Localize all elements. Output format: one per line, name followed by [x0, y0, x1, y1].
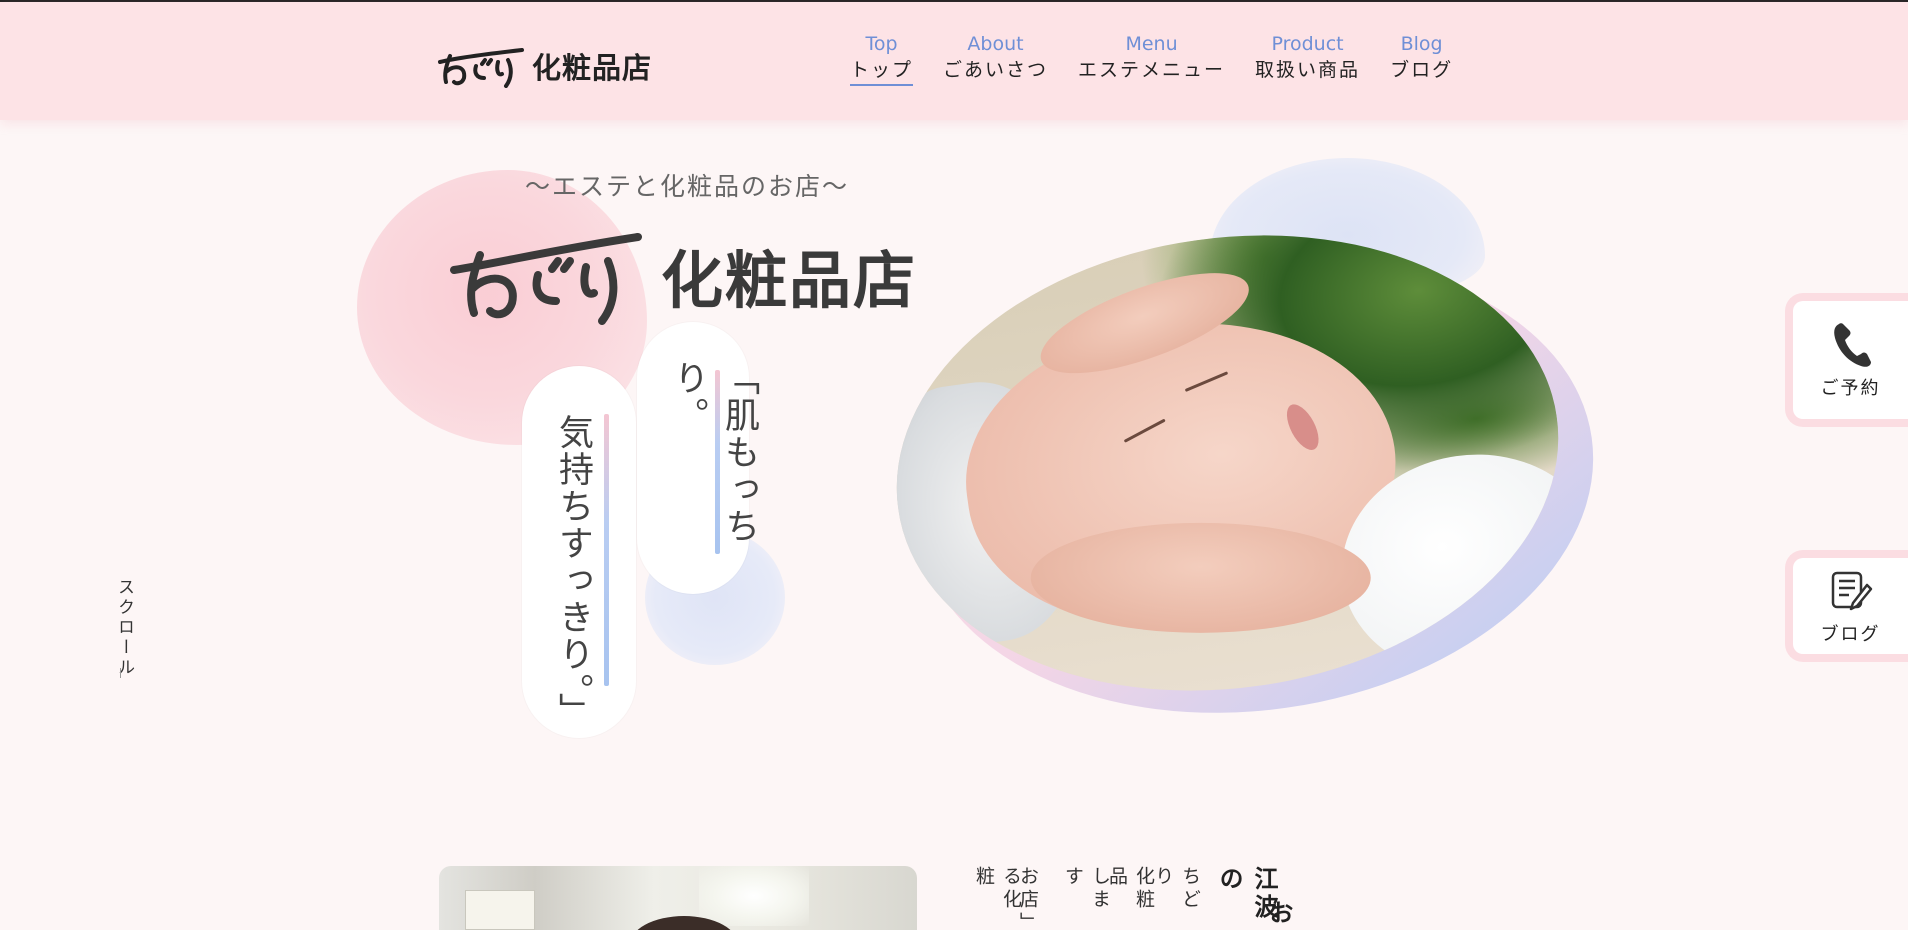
photo-sign: [465, 890, 535, 930]
hero-tagline: 〜エステと化粧品のお店〜: [525, 172, 850, 201]
nav-item-about[interactable]: About ごあいさつ: [943, 32, 1048, 86]
nav-item-en-label: Menu: [1125, 33, 1178, 55]
reserve-phone-button[interactable]: ご予約: [1785, 293, 1908, 427]
intro-text-column: る化粧: [973, 866, 1022, 912]
nav-item-en-label: About: [967, 33, 1024, 55]
main-nav: Top トップ About ごあいさつ Menu エステメニュー Product…: [850, 32, 1453, 86]
catchphrase-pill-2: 気持ちすっきり。」: [522, 366, 636, 738]
intro-text-column: ちどり: [1152, 866, 1201, 912]
intro-subheading: お: [1265, 900, 1293, 928]
photo-flowers: [699, 866, 809, 926]
nav-item-en-label: Product: [1271, 33, 1344, 55]
nav-item-ja-label: ブログ: [1390, 59, 1454, 81]
blog-side-button[interactable]: ブログ: [1785, 550, 1908, 662]
intro-text-column: します: [1062, 866, 1111, 912]
catchphrase-pill-1: 「肌もっちり。: [637, 322, 759, 594]
photo-hand: [1030, 522, 1371, 633]
nav-item-ja-label: トップ: [850, 56, 914, 86]
nav-item-ja-label: エステメニュー: [1078, 59, 1226, 81]
nav-item-product[interactable]: Product 取扱い商品: [1255, 32, 1360, 86]
site-header: 化粧品店 Top トップ About ごあいさつ Menu エステメニュー Pr…: [0, 2, 1908, 120]
logo-text: 化粧品店: [532, 51, 653, 85]
scroll-indicator[interactable]: スクロール: [112, 578, 137, 678]
scroll-indicator-line: [120, 668, 121, 678]
catchphrase-accent-bar: [715, 370, 720, 554]
catchphrase-accent-bar: [604, 414, 609, 686]
hero-logo-text: 化粧品店: [661, 244, 918, 317]
hero-logo-script-mark: [450, 233, 642, 325]
phone-icon: [1833, 323, 1871, 367]
site-logo[interactable]: 化粧品店: [436, 44, 652, 88]
notepad-pen-icon: [1831, 571, 1872, 611]
catchphrase-2: 気持ちすっきり。」: [553, 414, 593, 730]
reserve-label: ご予約: [1820, 378, 1881, 399]
catchphrase-1: 「肌もっちり。: [668, 360, 759, 545]
nav-item-en-label: Top: [865, 33, 898, 55]
nav-item-en-label: Blog: [1400, 33, 1443, 55]
nav-item-menu[interactable]: Menu エステメニュー: [1078, 32, 1225, 86]
nav-item-blog[interactable]: Blog ブログ: [1390, 32, 1453, 86]
nav-item-top[interactable]: Top トップ: [850, 32, 914, 86]
hero-logo: 化粧品店: [448, 225, 917, 325]
facial-treatment-image: [866, 193, 1589, 733]
shop-owner-photo: [439, 866, 917, 930]
blog-label: ブログ: [1820, 624, 1881, 645]
logo-script-mark: [438, 48, 524, 88]
nav-item-ja-label: 取扱い商品: [1255, 59, 1361, 81]
nav-item-ja-label: ごあいさつ: [943, 59, 1049, 81]
hero-photo: [866, 193, 1624, 756]
